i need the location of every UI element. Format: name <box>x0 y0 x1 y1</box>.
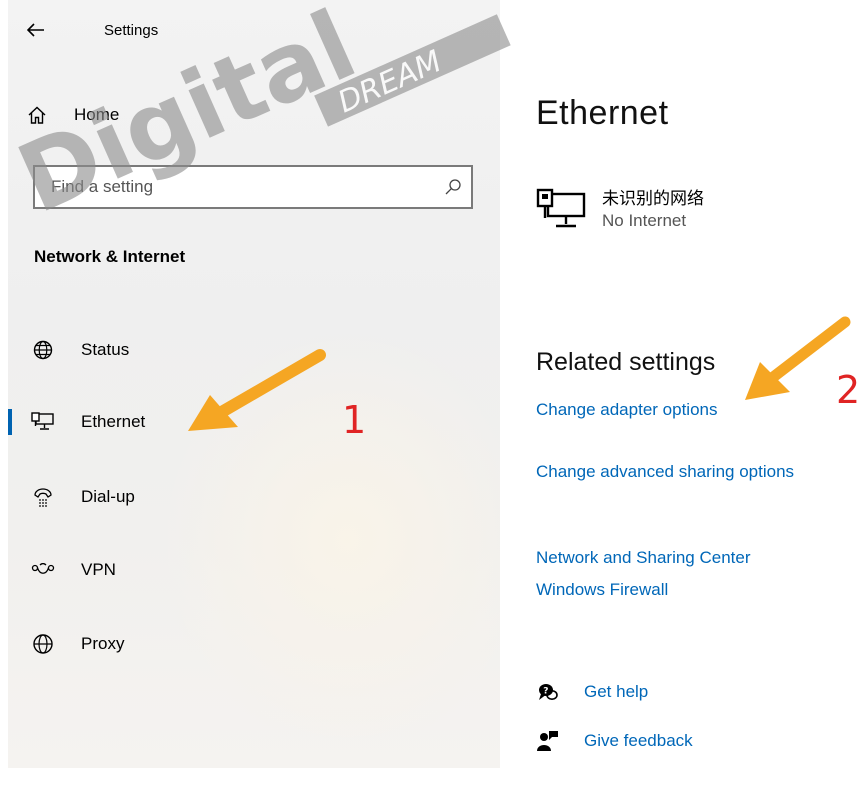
selection-indicator <box>8 409 12 435</box>
main-content: Ethernet 未识别的网络 No Internet Related sett… <box>500 0 860 786</box>
help-chat-icon: ? <box>536 680 560 704</box>
sidebar-item-label: Ethernet <box>81 412 146 431</box>
selection-indicator <box>8 484 12 510</box>
sidebar-item-label: VPN <box>81 560 116 579</box>
search-box[interactable] <box>33 165 473 209</box>
selection-indicator <box>8 631 12 657</box>
sidebar-item-dialup[interactable]: Dial-up <box>8 477 488 517</box>
home-icon <box>24 102 50 128</box>
change-adapter-options-link[interactable]: Change adapter options <box>536 400 717 420</box>
sidebar-item-label: Proxy <box>81 634 125 653</box>
globe-icon <box>30 631 56 657</box>
annotation-number-2: 2 <box>836 368 860 412</box>
svg-text:?: ? <box>543 687 548 697</box>
give-feedback-label: Give feedback <box>584 731 693 750</box>
sidebar-item-label: Dial-up <box>81 487 135 506</box>
sidebar-item-proxy[interactable]: Proxy <box>8 624 488 664</box>
back-arrow-icon <box>27 23 44 37</box>
network-name: 未识别的网络 <box>602 189 704 208</box>
get-help-link[interactable]: ? Get help <box>536 680 648 704</box>
dialup-icon <box>30 484 56 510</box>
search-icon[interactable] <box>435 178 471 196</box>
network-status: No Internet <box>602 211 687 230</box>
vpn-icon <box>30 557 56 583</box>
section-title: Network & Internet <box>34 247 186 266</box>
window-title: Settings <box>104 22 159 39</box>
ethernet-network-icon <box>536 188 586 228</box>
network-card[interactable]: 未识别的网络 No Internet <box>536 188 704 232</box>
get-help-label: Get help <box>584 682 649 701</box>
page-title: Ethernet <box>536 94 669 132</box>
title-bar: Settings <box>24 18 158 42</box>
globe-status-icon <box>30 337 56 363</box>
ethernet-icon <box>30 409 56 435</box>
annotation-number-1: 1 <box>342 398 367 442</box>
settings-window: Settings Home Network & Internet <box>0 0 860 786</box>
give-feedback-link[interactable]: Give feedback <box>536 729 693 753</box>
sidebar-item-label: Status <box>81 340 130 359</box>
home-label: Home <box>74 105 120 124</box>
home-nav-item[interactable]: Home <box>24 100 119 130</box>
sidebar-item-vpn[interactable]: VPN <box>8 550 488 590</box>
sidebar-item-status[interactable]: Status <box>8 330 488 370</box>
selection-indicator <box>8 557 12 583</box>
feedback-person-icon <box>536 729 560 753</box>
back-button[interactable] <box>24 18 48 42</box>
sidebar-item-ethernet[interactable]: Ethernet <box>8 402 488 442</box>
windows-firewall-link[interactable]: Windows Firewall <box>536 580 668 600</box>
selection-indicator <box>8 337 12 363</box>
network-sharing-center-link[interactable]: Network and Sharing Center <box>536 548 751 568</box>
related-settings-title: Related settings <box>536 348 716 376</box>
search-input[interactable] <box>35 166 435 208</box>
network-text: 未识别的网络 No Internet <box>602 188 704 232</box>
change-advanced-sharing-link[interactable]: Change advanced sharing options <box>536 462 794 482</box>
